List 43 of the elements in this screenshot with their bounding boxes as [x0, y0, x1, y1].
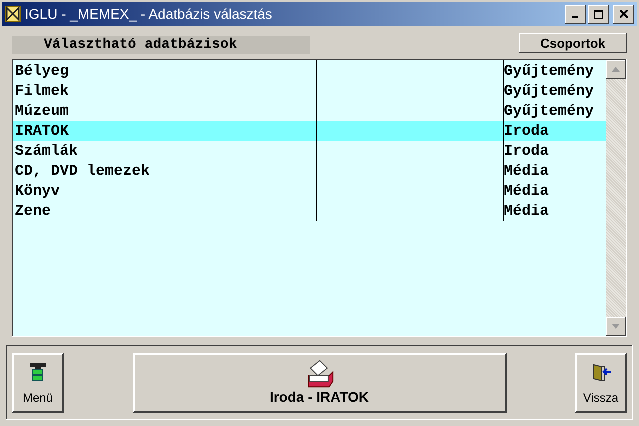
database-name: Múzeum — [14, 102, 70, 120]
current-database-button[interactable]: Iroda - IRATOK — [132, 352, 506, 412]
menu-button[interactable]: Menü — [12, 352, 64, 412]
database-name: Filmek — [14, 82, 70, 100]
group-name: Iroda — [504, 142, 550, 160]
group-name: Iroda — [504, 122, 550, 140]
list-row[interactable]: CD, DVD lemezek Média — [13, 161, 606, 181]
group-name: Gyűjtemény — [504, 62, 596, 80]
scrollbar[interactable] — [606, 60, 626, 336]
back-button[interactable]: Vissza — [575, 352, 627, 412]
up-arrow-icon — [612, 67, 620, 72]
groups-button[interactable]: Csoportok — [519, 33, 627, 53]
group-name: Média — [504, 162, 550, 180]
list-row[interactable]: IRATOK Iroda — [13, 121, 606, 141]
close-icon — [620, 10, 628, 18]
list-row[interactable]: Filmek Gyűjtemény — [13, 81, 606, 101]
group-name: Gyűjtemény — [504, 102, 596, 120]
maximize-icon — [594, 10, 603, 18]
group-name: Média — [504, 202, 550, 220]
group-name: Gyűjtemény — [504, 82, 596, 100]
app-icon — [5, 6, 21, 22]
list-row[interactable]: Bélyeg Gyűjtemény — [13, 61, 606, 81]
close-button[interactable] — [613, 4, 634, 24]
maximize-button[interactable] — [588, 4, 609, 24]
exit-door-icon — [591, 362, 611, 382]
menu-icon — [30, 362, 46, 382]
database-name: Bélyeg — [14, 62, 70, 80]
database-name: IRATOK — [14, 122, 70, 140]
database-name: Zene — [14, 202, 52, 220]
window-title: IGLU - _MEMEX_ - Adatbázis választás — [25, 6, 274, 22]
group-name: Média — [504, 182, 550, 200]
minimize-button[interactable] — [565, 4, 586, 24]
list-row[interactable]: Múzeum Gyűjtemény — [13, 101, 606, 121]
list-row[interactable]: Számlák Iroda — [13, 141, 606, 161]
database-name: Könyv — [14, 182, 62, 200]
list-row[interactable]: Könyv Média — [13, 181, 606, 201]
down-arrow-icon — [612, 324, 620, 329]
scroll-up-button[interactable] — [606, 60, 626, 79]
database-name: CD, DVD lemezek — [14, 162, 152, 180]
database-name: Számlák — [14, 142, 80, 160]
list-header: Választható adatbázisok — [12, 36, 310, 54]
list-row[interactable]: Zene Média — [13, 201, 606, 221]
scroll-down-button[interactable] — [606, 317, 626, 336]
